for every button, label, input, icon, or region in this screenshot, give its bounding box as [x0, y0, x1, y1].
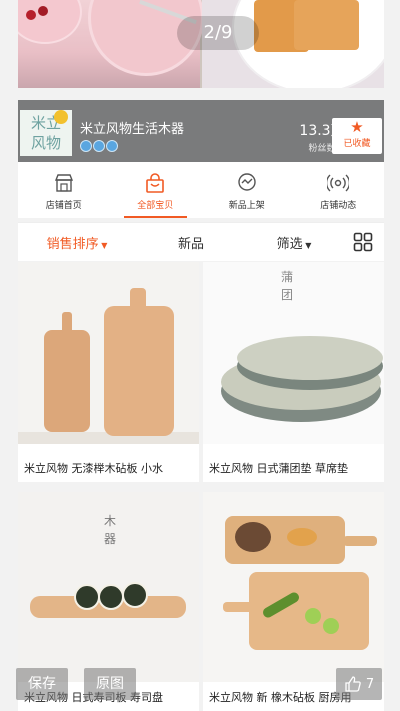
like-button[interactable]: 7	[336, 668, 382, 700]
shop-tabs: 店铺首页 全部宝贝 新品上架 店铺动态	[18, 162, 384, 218]
product-image: 木器	[18, 492, 199, 682]
grid-icon	[353, 232, 373, 252]
tab-new-arrivals[interactable]: 新品上架	[201, 162, 293, 218]
bag-icon	[146, 173, 165, 193]
product-image-caption: 蒲团	[281, 270, 294, 302]
tab-label: 全部宝贝	[137, 201, 174, 211]
collect-button[interactable]: ★ 已收藏	[332, 118, 382, 154]
diamond-icon	[93, 140, 105, 152]
product-image-gallery[interactable]: 2/9	[18, 0, 384, 88]
tab-shop-updates[interactable]: 店铺动态	[293, 162, 385, 218]
shop-name[interactable]: 米立风物生活木器	[80, 118, 184, 137]
broadcast-icon	[327, 174, 350, 192]
caret-down-icon: ▼	[98, 240, 108, 250]
caret-down-icon: ▼	[302, 240, 312, 250]
original-image-button[interactable]: 原图	[84, 668, 136, 700]
product-image: 蒲团	[203, 262, 384, 444]
product-card[interactable]: 米立风物 无漆榉木砧板 小水	[18, 262, 199, 482]
sort-sales-label: 销售排序	[46, 236, 99, 252]
product-image	[203, 492, 384, 682]
chat-icon	[238, 173, 256, 191]
gallery-image-left	[18, 0, 204, 88]
collect-label: 已收藏	[343, 139, 371, 149]
shop-icon	[54, 174, 73, 192]
tab-label: 新品上架	[228, 201, 265, 211]
tab-shop-home[interactable]: 店铺首页	[18, 162, 110, 218]
star-icon: ★	[350, 118, 364, 136]
product-image	[18, 262, 199, 444]
tab-label: 店铺动态	[320, 201, 357, 211]
thumbs-up-icon	[345, 676, 361, 692]
filter-dropdown[interactable]: 筛选 ▼	[246, 233, 342, 252]
product-card[interactable]: 蒲团 米立风物 日式蒲团垫 草席垫	[203, 262, 384, 482]
like-count: 7	[365, 676, 375, 692]
diamond-icon	[106, 140, 118, 152]
product-image-caption: 木器	[104, 514, 117, 546]
product-title: 米立风物 新 橡木砧板 厨房用	[209, 691, 352, 704]
filter-label: 筛选	[276, 236, 303, 252]
shop-header[interactable]: 米立 风物 米立风物生活木器 13.3万 粉丝数 ★ 已收藏	[18, 100, 384, 162]
sort-sales-dropdown[interactable]: 销售排序 ▼	[18, 233, 136, 252]
crown-icon	[54, 110, 68, 124]
save-button[interactable]: 保存	[16, 668, 68, 700]
sort-new-button[interactable]: 新品	[136, 233, 246, 252]
page: 2/9 米立 风物 米立风物生活木器 13.3万 粉丝数 ★ 已收藏 店铺首页 …	[0, 0, 400, 711]
diamond-icon	[80, 140, 92, 152]
shop-rating-badges	[80, 140, 118, 152]
view-toggle-button[interactable]	[342, 232, 384, 252]
tab-all-items[interactable]: 全部宝贝	[110, 162, 202, 218]
image-counter: 2/9	[177, 16, 259, 50]
tab-label: 店铺首页	[45, 201, 82, 211]
product-title: 米立风物 日式蒲团垫 草席垫	[209, 462, 348, 475]
sort-bar: 销售排序 ▼ 新品 筛选 ▼	[18, 222, 384, 261]
product-title: 米立风物 无漆榉木砧板 小水	[24, 462, 163, 475]
